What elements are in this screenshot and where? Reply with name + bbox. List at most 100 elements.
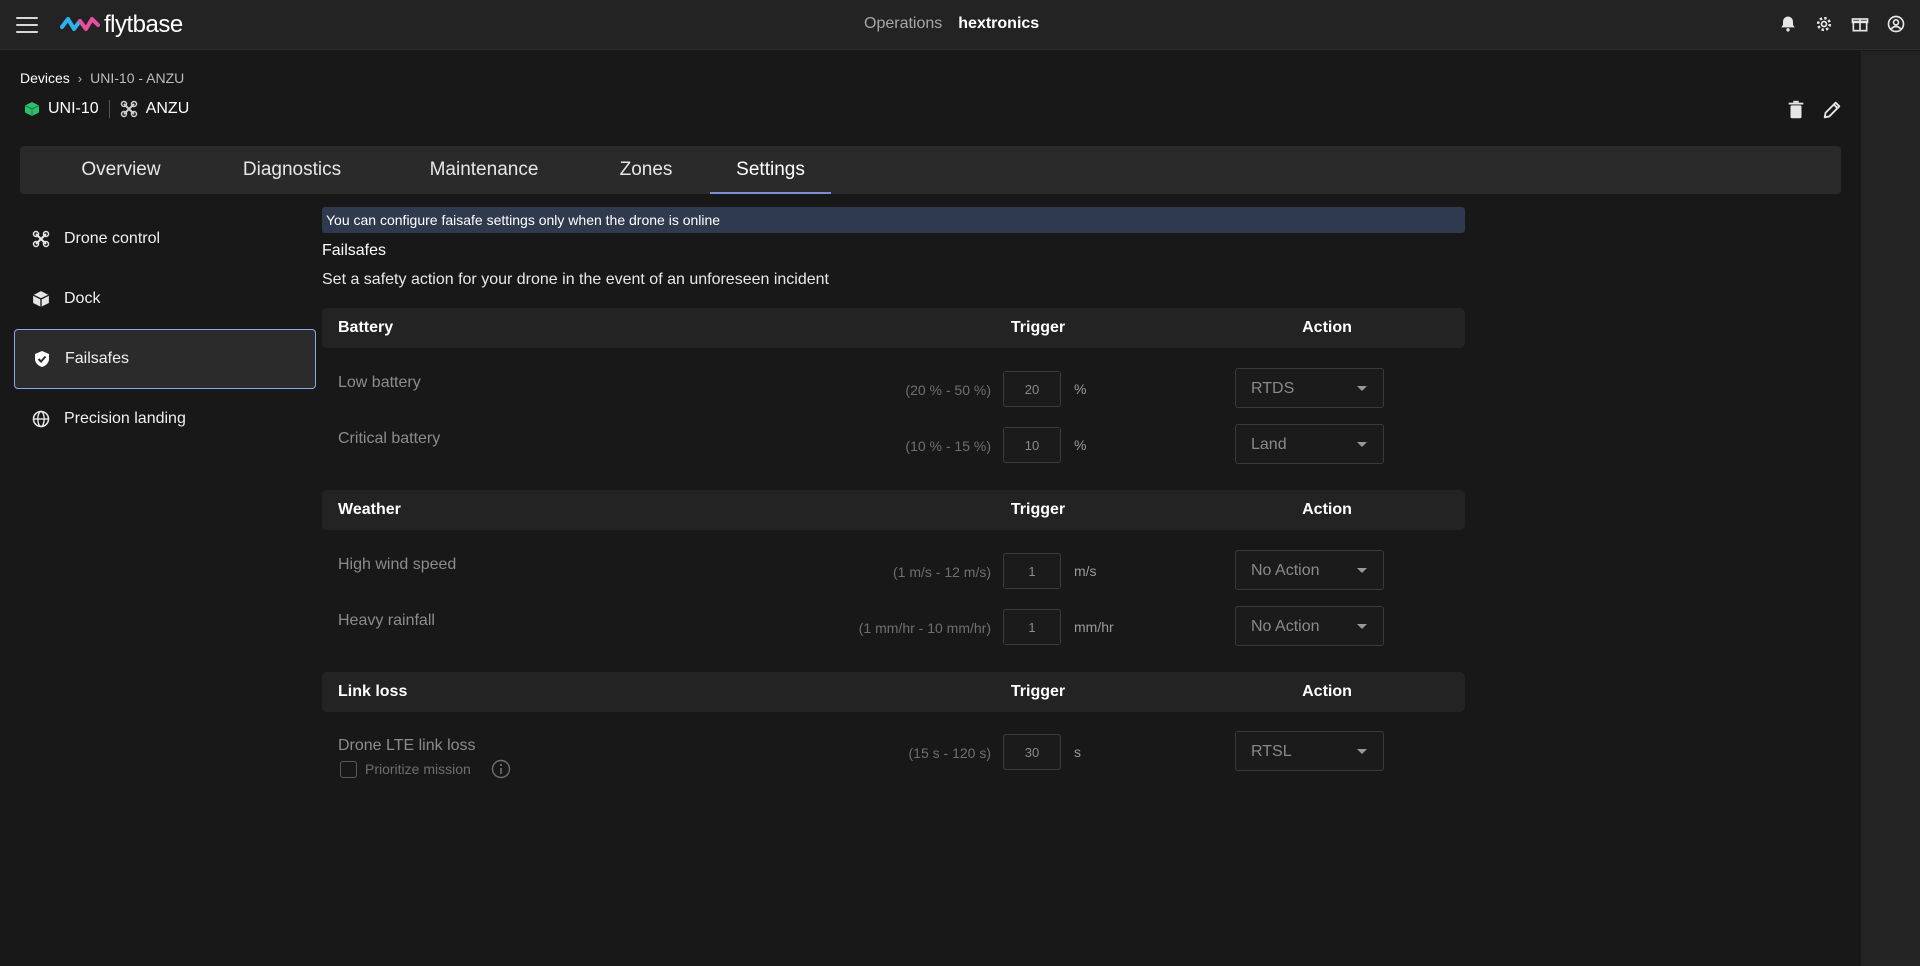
organization-name[interactable]: hextronics <box>958 15 1039 33</box>
failsafe-label: Low battery <box>338 374 421 391</box>
caret-down-icon <box>1357 568 1367 573</box>
dock-cube-icon <box>24 102 40 116</box>
top-actions <box>1778 14 1906 34</box>
top-bar: flytbase Operations hextronics <box>0 0 1920 50</box>
action-selected-value: No Action <box>1251 562 1320 579</box>
prioritize-mission-option: Prioritize mission <box>340 759 511 779</box>
tab-zones[interactable]: Zones <box>601 146 691 194</box>
breadcrumb-devices-link[interactable]: Devices <box>20 70 70 86</box>
info-icon[interactable] <box>491 759 511 779</box>
action-column-header: Action <box>1302 319 1352 336</box>
trigger-range: (1 mm/hr - 10 mm/hr) <box>858 620 991 636</box>
flytbase-logo[interactable]: flytbase <box>60 11 183 38</box>
prioritize-mission-checkbox[interactable] <box>340 760 357 778</box>
caret-down-icon <box>1357 624 1367 629</box>
action-dropdown[interactable]: No Action <box>1235 550 1384 590</box>
action-selected-value: RTSL <box>1251 743 1292 760</box>
failsafe-row-low-battery: Low battery (20 % - 50 %) % RTDS <box>322 368 1465 412</box>
trigger-range: (10 % - 15 %) <box>905 438 991 454</box>
gear-icon[interactable] <box>1814 14 1834 34</box>
sidenav-item-label: Failsafes <box>65 350 130 367</box>
action-selected-value: No Action <box>1251 618 1320 635</box>
hamburger-menu-icon[interactable] <box>16 16 38 34</box>
trigger-value-input[interactable] <box>1003 371 1061 407</box>
tab-maintenance[interactable]: Maintenance <box>402 146 566 194</box>
operations-label[interactable]: Operations <box>864 15 942 33</box>
trigger-column-header: Trigger <box>1010 683 1066 700</box>
dock-name: UNI-10 <box>48 100 99 117</box>
action-dropdown[interactable]: RTSL <box>1235 731 1384 771</box>
group-header-weather: Weather Trigger Action <box>322 490 1465 530</box>
drone-icon <box>120 100 137 118</box>
trigger-value-input[interactable] <box>1003 553 1061 589</box>
offline-notice-banner: You can configure faisafe settings only … <box>322 207 1465 233</box>
sidenav-item-label: Precision landing <box>64 410 186 427</box>
trigger-value-input[interactable] <box>1003 427 1061 463</box>
group-name: Weather <box>338 501 401 518</box>
trigger-unit: % <box>1074 437 1087 453</box>
caret-down-icon <box>1357 442 1367 447</box>
breadcrumb-current: UNI-10 - ANZU <box>90 70 185 86</box>
trash-icon[interactable] <box>1785 99 1807 121</box>
gift-icon[interactable] <box>1850 14 1870 34</box>
tab-diagnostics[interactable]: Diagnostics <box>218 146 366 194</box>
dock-cube-icon <box>32 291 50 307</box>
group-header-link-loss: Link loss Trigger Action <box>322 672 1465 712</box>
action-dropdown[interactable]: Land <box>1235 424 1384 464</box>
breadcrumb-separator: › <box>77 70 83 86</box>
section-description: Set a safety action for your drone in th… <box>322 271 829 288</box>
group-name: Battery <box>338 319 394 336</box>
flytbase-logo-mark <box>60 17 100 31</box>
failsafe-row-high-wind-speed: High wind speed (1 m/s - 12 m/s) m/s No … <box>322 550 1465 594</box>
sidenav-item-drone-control[interactable]: Drone control <box>14 209 316 269</box>
failsafe-label: Heavy rainfall <box>338 612 435 629</box>
sidenav-item-label: Dock <box>64 290 101 307</box>
tab-settings[interactable]: Settings <box>710 146 831 194</box>
drone-name: ANZU <box>145 100 190 117</box>
failsafe-label: Drone LTE link loss <box>338 737 476 754</box>
title-divider <box>108 100 110 118</box>
trigger-range: (20 % - 50 %) <box>905 382 991 398</box>
trigger-value-input[interactable] <box>1003 734 1061 770</box>
trigger-unit: % <box>1074 381 1087 397</box>
trigger-range: (1 m/s - 12 m/s) <box>892 564 991 580</box>
trigger-range: (15 s - 120 s) <box>908 745 991 761</box>
caret-down-icon <box>1357 749 1367 754</box>
failsafe-row-critical-battery: Critical battery (10 % - 15 %) % Land <box>322 424 1465 468</box>
action-selected-value: Land <box>1251 436 1287 453</box>
sidenav-item-failsafes[interactable]: Failsafes <box>14 329 316 389</box>
group-name: Link loss <box>338 683 408 700</box>
trigger-value-input[interactable] <box>1003 609 1061 645</box>
action-dropdown[interactable]: No Action <box>1235 606 1384 646</box>
trigger-column-header: Trigger <box>1010 501 1066 518</box>
logo-text: flytbase <box>104 11 183 38</box>
user-account-icon[interactable] <box>1886 14 1906 34</box>
org-switcher[interactable]: Operations hextronics <box>864 15 1039 33</box>
breadcrumb: Devices › UNI-10 - ANZU <box>20 70 184 86</box>
tab-overview[interactable]: Overview <box>60 146 182 194</box>
failsafe-row-heavy-rainfall: Heavy rainfall (1 mm/hr - 10 mm/hr) mm/h… <box>322 606 1465 650</box>
device-title: UNI-10 ANZU <box>24 100 189 118</box>
sidenav-item-precision-landing[interactable]: Precision landing <box>14 389 316 449</box>
action-column-header: Action <box>1302 683 1352 700</box>
edit-pencil-icon[interactable] <box>1821 99 1843 121</box>
group-header-battery: Battery Trigger Action <box>322 308 1465 348</box>
bell-icon[interactable] <box>1778 14 1798 34</box>
trigger-unit: m/s <box>1074 563 1097 579</box>
trigger-unit: mm/hr <box>1074 619 1114 635</box>
caret-down-icon <box>1357 386 1367 391</box>
section-title: Failsafes <box>322 242 387 259</box>
sidenav-item-label: Drone control <box>64 230 161 247</box>
action-dropdown[interactable]: RTDS <box>1235 368 1384 408</box>
failsafe-label: High wind speed <box>338 556 457 573</box>
right-gutter <box>1861 51 1920 966</box>
prioritize-mission-label: Prioritize mission <box>365 761 471 777</box>
action-column-header: Action <box>1302 501 1352 518</box>
drone-icon <box>32 230 50 248</box>
sidenav-item-dock[interactable]: Dock <box>14 269 316 329</box>
title-actions <box>1785 99 1843 121</box>
trigger-unit: s <box>1074 744 1081 760</box>
failsafe-label: Critical battery <box>338 430 441 447</box>
trigger-column-header: Trigger <box>1010 319 1066 336</box>
settings-sidenav: Drone control Dock Failsafes Precision l… <box>14 209 316 449</box>
